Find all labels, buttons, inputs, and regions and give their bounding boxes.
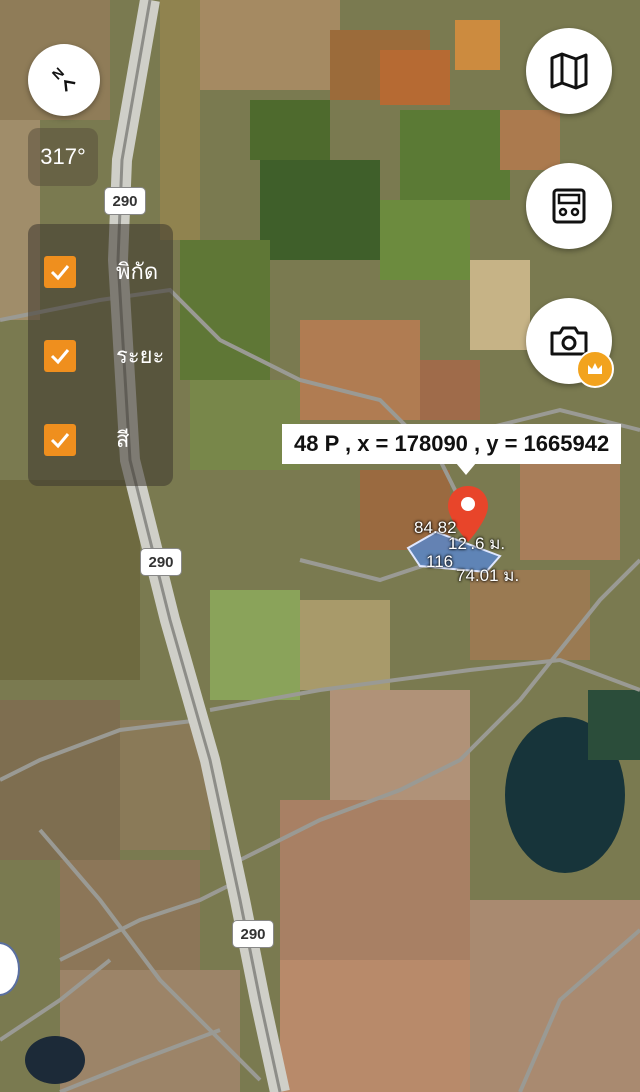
- road-shield: 290: [140, 548, 182, 576]
- layer-toggle-coordinates[interactable]: พิกัด: [44, 254, 158, 289]
- svg-text:N: N: [49, 64, 67, 83]
- measure-tool-button[interactable]: [526, 163, 612, 249]
- checkbox[interactable]: [44, 339, 76, 372]
- parcel-side-label: 74.01 ม.: [456, 566, 520, 585]
- checkbox[interactable]: [44, 423, 76, 456]
- road-shield: 290: [232, 920, 274, 948]
- check-icon: [50, 432, 70, 448]
- check-icon: [50, 264, 70, 280]
- heading-degrees: 317°: [40, 144, 86, 169]
- pond: [25, 1036, 85, 1084]
- surveyor-device-icon: [552, 188, 586, 224]
- layer-label: พิกัด: [116, 259, 159, 284]
- map-type-button[interactable]: [526, 28, 612, 114]
- compass-north-icon: N: [49, 64, 76, 92]
- coordinate-label: 48 P , x = 178090 , y = 1665942: [282, 424, 622, 464]
- layer-toggle-color[interactable]: สี: [44, 422, 129, 457]
- road-shield: 290: [104, 187, 146, 215]
- layer-panel: พิกัด ระยะ สี: [28, 224, 173, 486]
- parcel-side-label: 12 .6 ม.: [448, 534, 506, 553]
- layer-label: สี: [116, 427, 130, 452]
- parcel-side-label: 116: [426, 552, 454, 571]
- compass-button[interactable]: N: [28, 44, 100, 116]
- layer-toggle-distance[interactable]: ระยะ: [44, 338, 164, 373]
- heading-readout: 317°: [28, 128, 98, 186]
- check-icon: [50, 348, 70, 364]
- layer-label: ระยะ: [116, 343, 165, 368]
- checkbox[interactable]: [44, 255, 76, 288]
- map-icon: [550, 52, 588, 90]
- coordinate-label-pointer: [456, 463, 476, 475]
- pond: [588, 690, 640, 760]
- premium-badge: [576, 350, 614, 388]
- crown-icon: [588, 363, 602, 374]
